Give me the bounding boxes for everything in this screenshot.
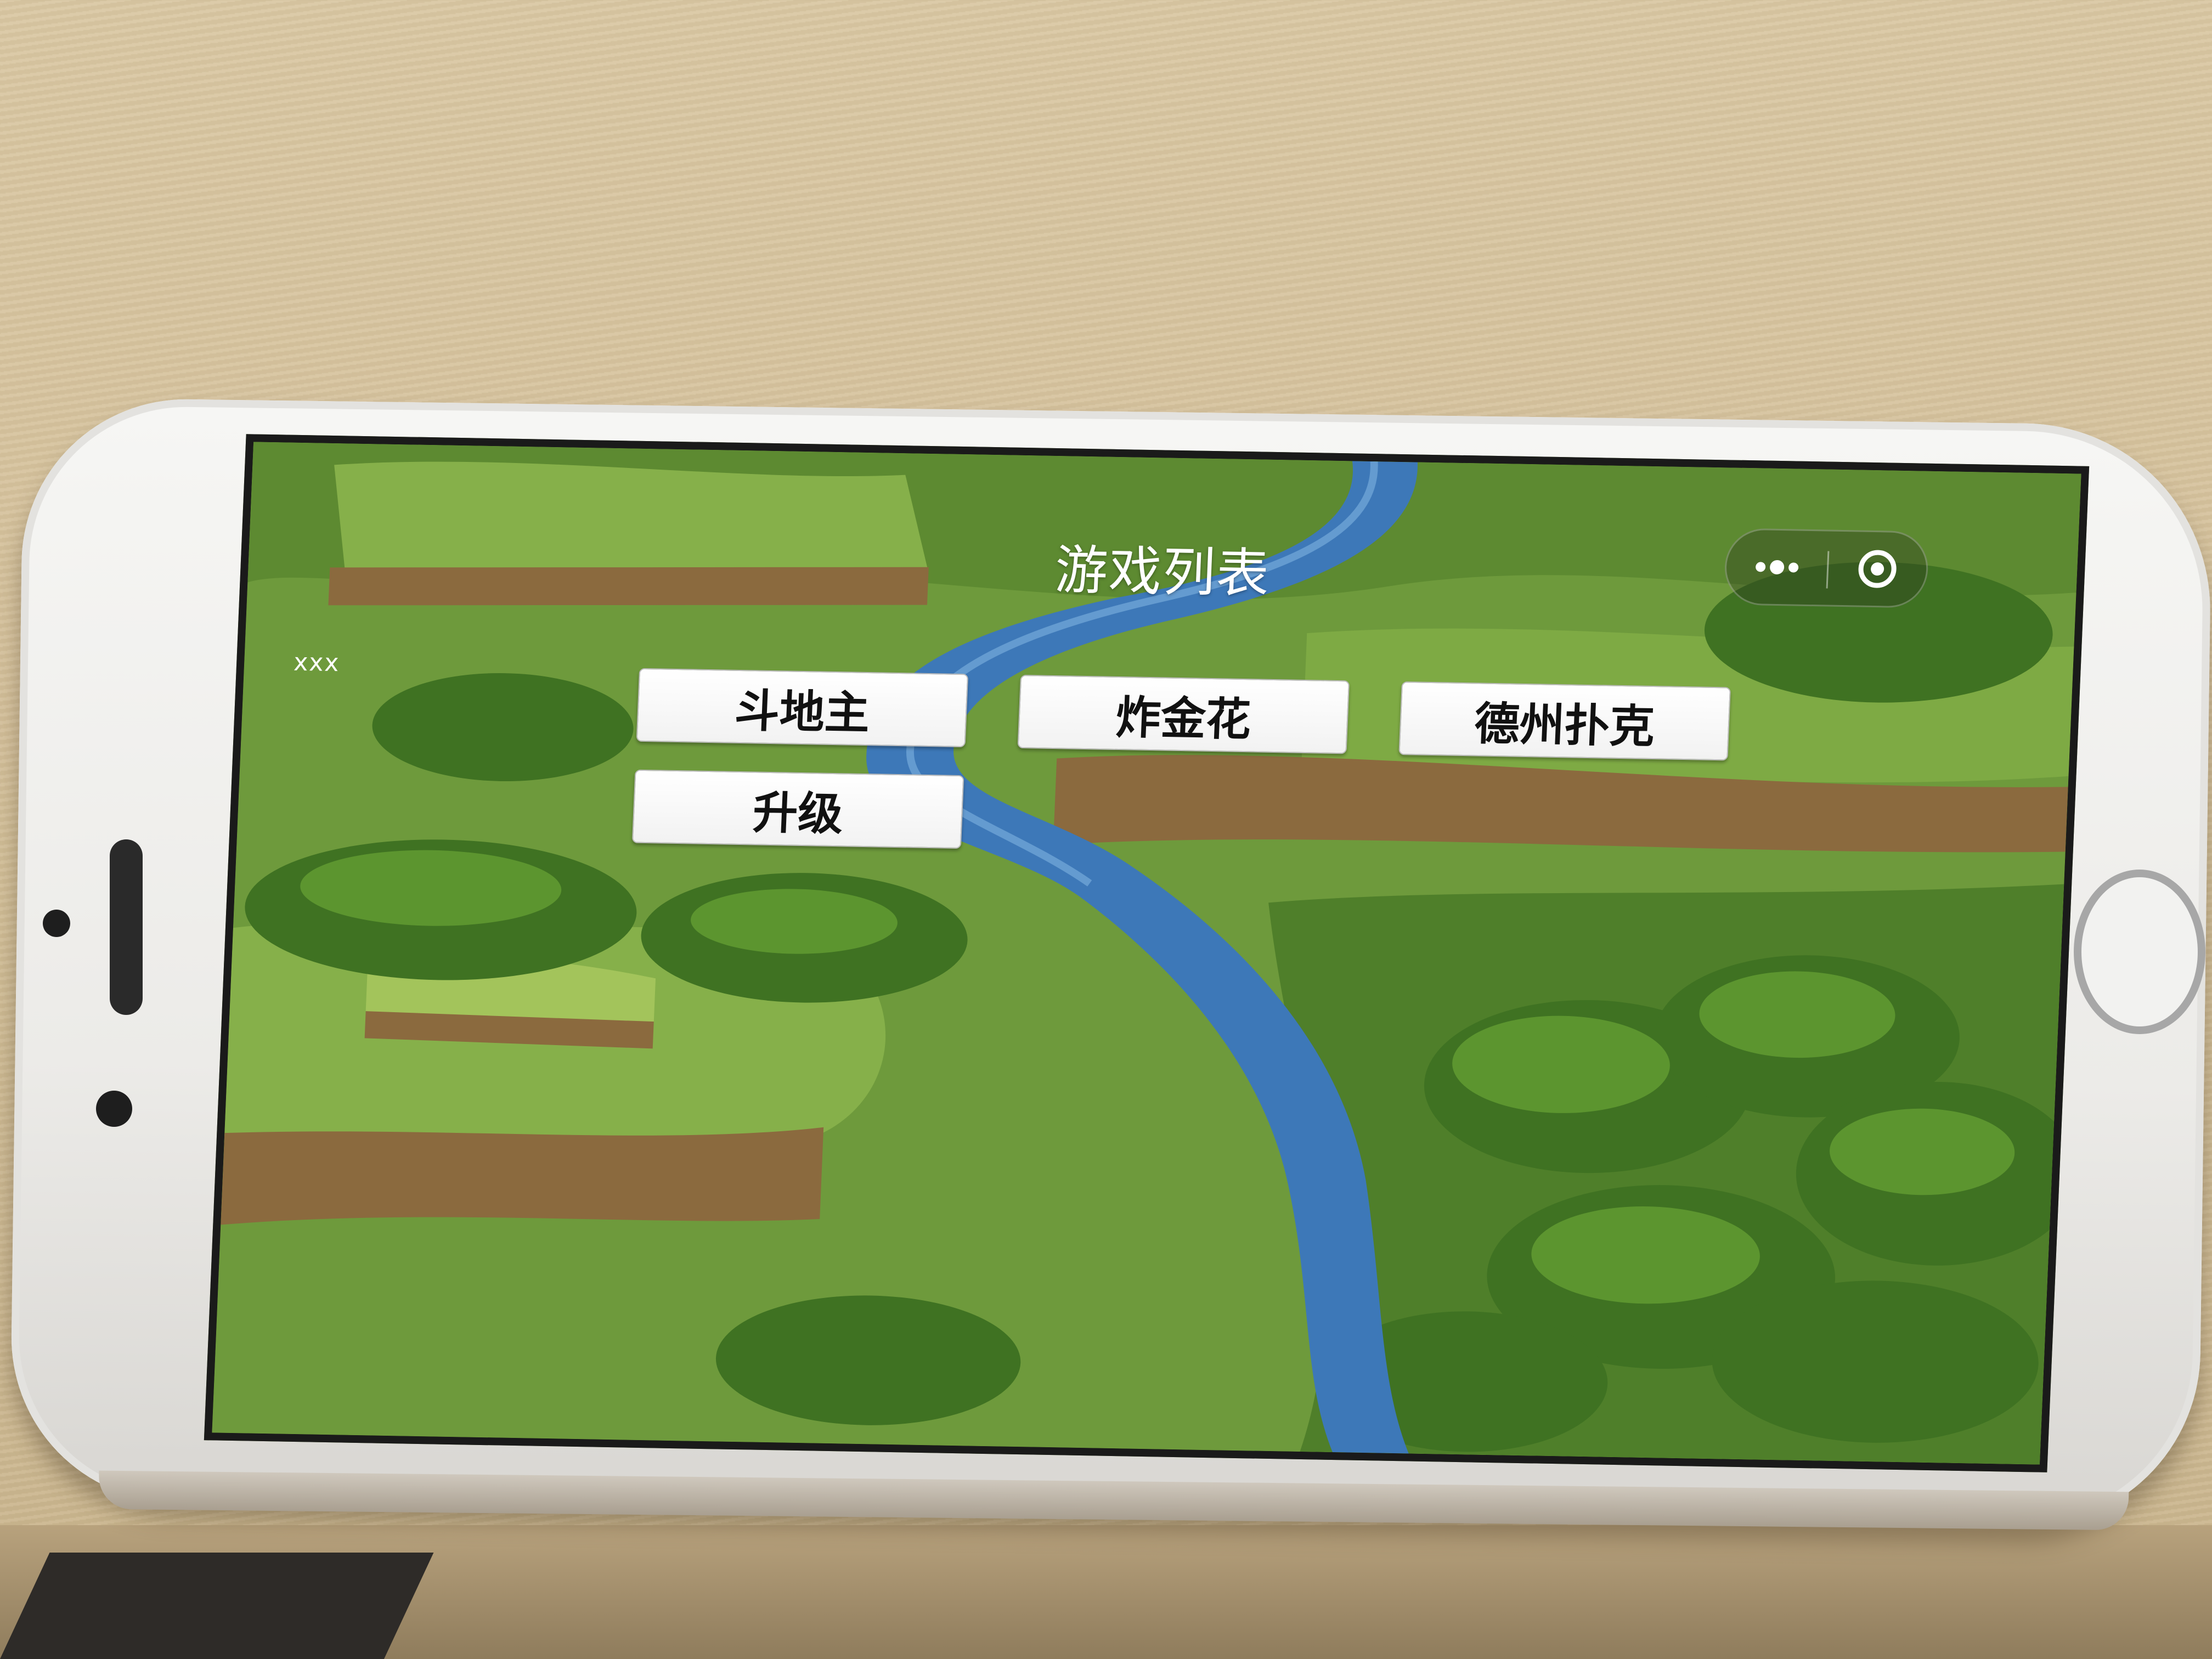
photo-scene: 游戏列表 xxx 斗地主 炸金花 德州扑克 升级 (0, 0, 2212, 1659)
phone-screen: 游戏列表 xxx 斗地主 炸金花 德州扑克 升级 (204, 434, 2090, 1472)
front-camera (43, 910, 70, 937)
game-button-doudizhu[interactable]: 斗地主 (636, 668, 969, 748)
close-button[interactable] (1827, 532, 1928, 607)
more-button[interactable] (1725, 529, 1829, 605)
game-button-zhajinhua[interactable]: 炸金花 (1017, 674, 1350, 754)
more-dots-icon (1755, 560, 1798, 574)
home-button[interactable] (2074, 870, 2205, 1034)
earpiece-speaker (110, 839, 143, 1015)
proximity-sensor (96, 1091, 132, 1127)
mini-program-capsule (1723, 528, 1930, 608)
close-circle-icon (1858, 550, 1897, 588)
desk-shadow (0, 1553, 434, 1659)
user-name-label: xxx (293, 648, 341, 678)
game-button-shengji[interactable]: 升级 (631, 769, 964, 849)
game-button-texas-holdem[interactable]: 德州扑克 (1398, 681, 1731, 761)
